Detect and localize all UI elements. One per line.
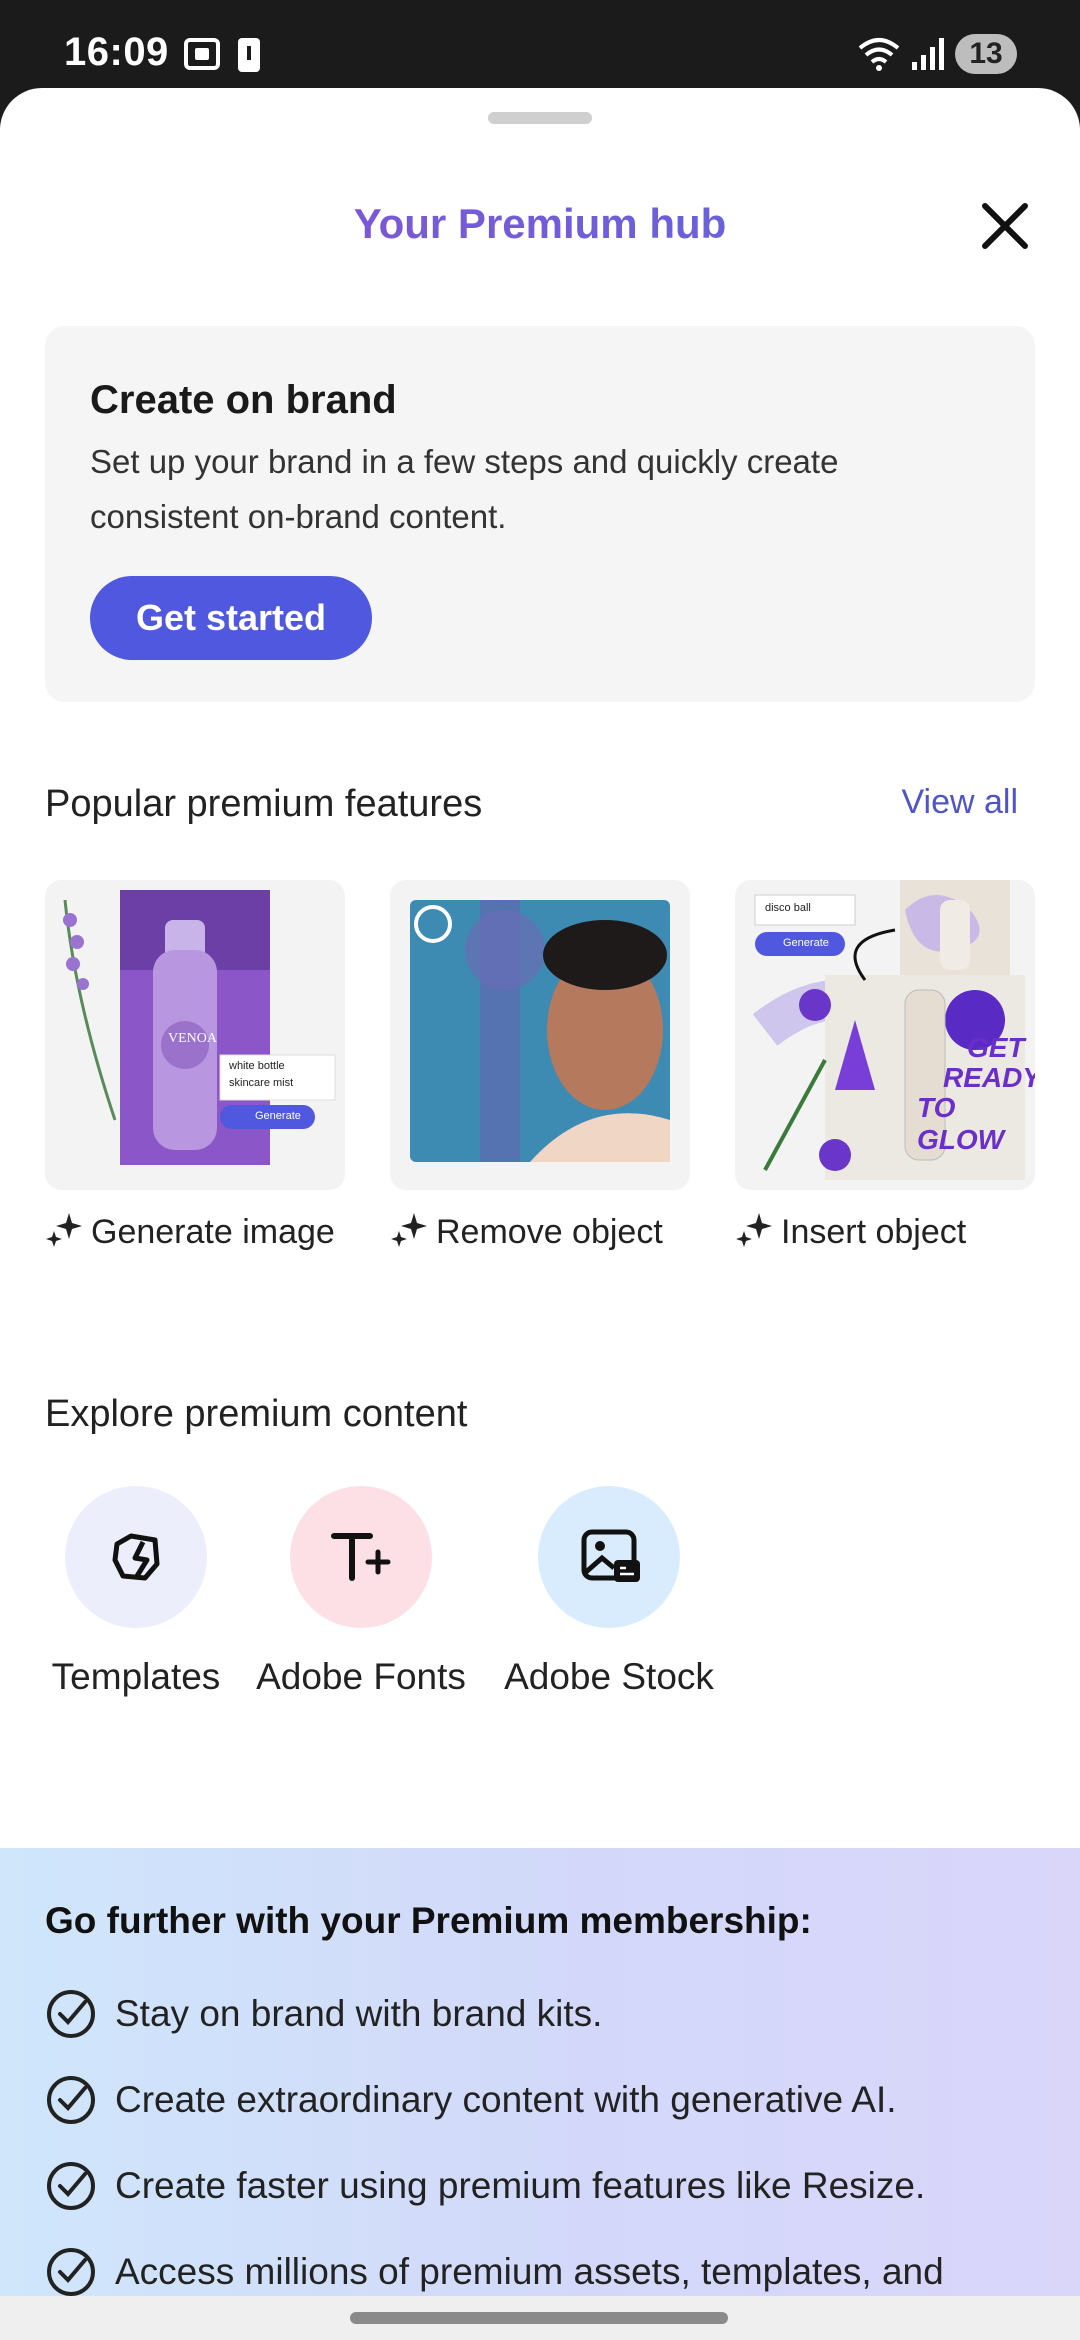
explore-label: Adobe Stock xyxy=(504,1656,714,1697)
sparkle-icon xyxy=(391,1213,427,1247)
check-circle-icon xyxy=(47,2076,95,2124)
sparkle-icon xyxy=(46,1213,82,1247)
brand-card: Create on brand Set up your brand in a f… xyxy=(45,326,1035,702)
check-circle-icon xyxy=(47,2248,95,2296)
view-all-link[interactable]: View all xyxy=(901,783,1018,822)
thumb-prompt-line1: white bottle xyxy=(229,1060,285,1072)
benefit-item: Create extraordinary content with genera… xyxy=(45,2074,897,2126)
check-circle-icon xyxy=(47,2162,95,2210)
benefit-text: Create faster using premium features lik… xyxy=(115,2165,926,2206)
signal-icon xyxy=(912,38,944,70)
benefit-item: Create faster using premium features lik… xyxy=(45,2160,925,2212)
sparkle-icon xyxy=(736,1213,772,1247)
thumb-overlay-line2: READY xyxy=(943,1062,1035,1093)
stock-icon xyxy=(581,1529,640,1582)
feature-label: Remove object xyxy=(436,1213,663,1251)
explore-templates[interactable]: Templates xyxy=(45,1486,227,1698)
explore-adobe-fonts[interactable]: Adobe Fonts xyxy=(250,1486,472,1698)
home-indicator[interactable] xyxy=(350,2312,728,2324)
thumb-generate-label: Generate xyxy=(783,937,829,949)
membership-title: Go further with your Premium membership: xyxy=(45,1900,812,1941)
wifi-icon xyxy=(858,38,900,71)
check-circle-icon xyxy=(47,1990,95,2038)
brand-card-description: Set up your brand in a few steps and qui… xyxy=(90,443,839,535)
benefit-text: Access millions of premium assets, templ… xyxy=(115,2251,944,2292)
templates-icon xyxy=(112,1533,160,1581)
feature-label: Insert object xyxy=(781,1213,967,1251)
feature-label: Generate image xyxy=(91,1213,335,1251)
thumb-brand-text: VENOA xyxy=(168,1031,217,1046)
status-time: 16:09 xyxy=(64,30,169,74)
thumb-prompt-line2: skincare mist xyxy=(229,1077,294,1089)
feature-remove-object[interactable]: Remove object xyxy=(390,880,690,1260)
battery-indicator: 13 xyxy=(955,34,1017,74)
drag-handle[interactable] xyxy=(488,112,592,124)
thumb-generate-label: Generate xyxy=(255,1110,301,1122)
battery-saver-icon xyxy=(238,38,260,72)
sheet-title: Your Premium hub xyxy=(0,200,1080,248)
insert-object-thumbnail: disco ball Generate GET READY TO GLOW xyxy=(735,880,1035,1190)
feature-insert-object[interactable]: disco ball Generate GET READY TO GLOW In… xyxy=(735,880,1035,1260)
membership-panel: Go further with your Premium membership:… xyxy=(0,1848,1080,2340)
benefit-item: Access millions of premium assets, templ… xyxy=(45,2246,944,2298)
thumb-overlay-line3: TO GLOW xyxy=(917,1092,1005,1155)
close-icon[interactable] xyxy=(975,196,1035,256)
explore-heading: Explore premium content xyxy=(45,1393,468,1435)
explore-label: Adobe Fonts xyxy=(256,1656,466,1697)
thumb-prompt: disco ball xyxy=(765,902,811,914)
brand-card-title: Create on brand xyxy=(90,378,397,422)
generate-image-thumbnail: VENOA white bottle skincare mist Generat… xyxy=(45,880,345,1190)
explore-adobe-stock[interactable]: Adobe Stock xyxy=(494,1486,724,1698)
benefit-text: Create extraordinary content with genera… xyxy=(115,2079,897,2120)
benefit-text: Stay on brand with brand kits. xyxy=(115,1993,603,2034)
thumb-overlay-line1: GET xyxy=(967,1032,1025,1063)
status-bar: 16:09 13 xyxy=(0,0,1080,100)
benefit-item: Stay on brand with brand kits. xyxy=(45,1988,602,2040)
explore-label: Templates xyxy=(51,1656,221,1697)
feature-generate-image[interactable]: VENOA white bottle skincare mist Generat… xyxy=(45,880,345,1260)
remove-object-thumbnail xyxy=(390,880,690,1190)
popular-features-heading: Popular premium features xyxy=(45,783,483,825)
fonts-icon xyxy=(331,1533,391,1581)
premium-hub-sheet: Your Premium hub Create on brand Set up … xyxy=(0,88,1080,2340)
screenshot-icon xyxy=(184,38,220,70)
get-started-button[interactable]: Get started xyxy=(90,576,372,660)
